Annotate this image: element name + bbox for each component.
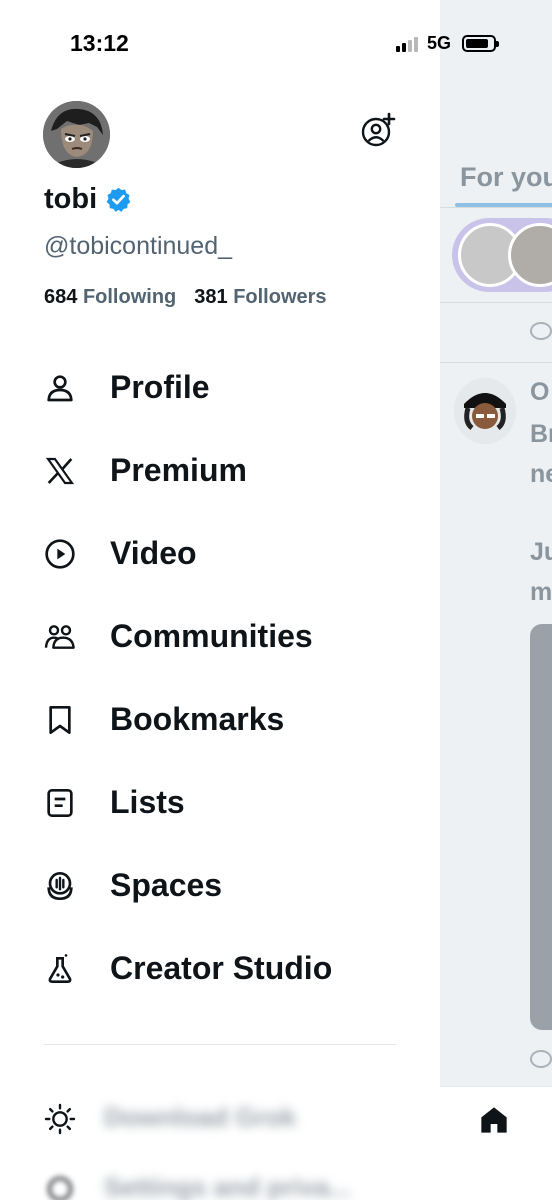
person-icon (47, 374, 73, 401)
menu-item-profile[interactable]: Profile (0, 346, 440, 429)
menu-label: Creator Studio (110, 950, 333, 986)
menu-label: Communities (110, 618, 313, 654)
avatar[interactable] (43, 101, 110, 168)
follow-stats: 684 Following 381 Followers (44, 286, 327, 309)
battery-icon (462, 35, 500, 52)
post-text-line: ne (530, 460, 552, 488)
menu-label: Premium (110, 452, 247, 488)
feed-divider (440, 302, 552, 303)
user-handle: @tobicontinued_ (44, 232, 233, 260)
story-avatar[interactable] (508, 223, 552, 287)
menu-item-settings[interactable]: Settings and priva... (0, 1164, 440, 1200)
list-icon (47, 788, 73, 817)
network-label: 5G (427, 33, 452, 53)
reply-icon[interactable] (530, 1050, 552, 1068)
reply-icon[interactable] (530, 322, 552, 340)
flask-icon (48, 953, 72, 983)
menu-item-download-grok[interactable]: Download Grok (0, 1094, 440, 1144)
home-feed-background: For you O Br ne Ju m (440, 0, 552, 1200)
display-name[interactable]: tobi (44, 183, 132, 216)
post-text-line: Ju (530, 538, 552, 566)
navigation-drawer: 13:12 5G tobi @tobicontinued_ 684 Follow… (0, 0, 500, 1200)
menu-item-bookmarks[interactable]: Bookmarks (0, 678, 440, 761)
tab-for-you[interactable]: For you (460, 162, 552, 193)
following-label: Following (82, 286, 177, 308)
menu-divider (44, 1044, 396, 1045)
bookmark-icon (49, 705, 71, 734)
menu-item-lists[interactable]: Lists (0, 761, 440, 844)
home-icon[interactable] (478, 1104, 510, 1136)
followers-label: Followers (233, 286, 327, 308)
download-grok-label: Download Grok (104, 1102, 297, 1132)
menu-label: Lists (110, 784, 185, 820)
post-author-avatar[interactable] (454, 378, 516, 444)
following-count: 684 (44, 286, 78, 308)
display-name-text: tobi (44, 183, 98, 215)
post-text-line: m (530, 578, 552, 606)
stories-row[interactable] (452, 218, 552, 292)
status-time: 13:12 (70, 30, 129, 56)
spaces-mic-icon (47, 871, 73, 900)
menu-item-video[interactable]: Video (0, 512, 440, 595)
menu-label: Video (110, 535, 197, 571)
followers-link[interactable]: 381 Followers (194, 286, 326, 309)
followers-count: 381 (194, 286, 228, 308)
feed-divider (440, 362, 552, 363)
signal-icon (396, 35, 418, 52)
menu-label: Spaces (110, 867, 223, 903)
menu-item-spaces[interactable]: Spaces (0, 844, 440, 927)
menu-label: Bookmarks (110, 701, 285, 737)
x-logo-icon (45, 457, 75, 484)
menu-item-creator-studio[interactable]: Creator Studio (0, 927, 440, 1010)
add-account-icon[interactable] (360, 112, 396, 148)
sun-icon (44, 1103, 76, 1135)
post-media[interactable] (530, 624, 552, 1030)
settings-label: Settings and priva... (104, 1172, 352, 1200)
bottom-tab-bar (440, 1086, 552, 1200)
post-text-line: O (530, 378, 550, 406)
menu-label: Profile (110, 369, 210, 405)
play-circle-icon (45, 538, 75, 569)
status-indicators: 5G (396, 33, 500, 54)
menu-item-premium[interactable]: Premium (0, 429, 440, 512)
feed-tab-bar: For you (440, 150, 552, 208)
menu-item-communities[interactable]: Communities (0, 595, 440, 678)
people-icon (44, 624, 75, 649)
post-text-line: Br (530, 420, 552, 448)
tab-indicator (455, 203, 552, 207)
verified-badge-icon (106, 187, 131, 212)
settings-icon (48, 1177, 72, 1200)
following-link[interactable]: 684 Following (44, 286, 176, 309)
